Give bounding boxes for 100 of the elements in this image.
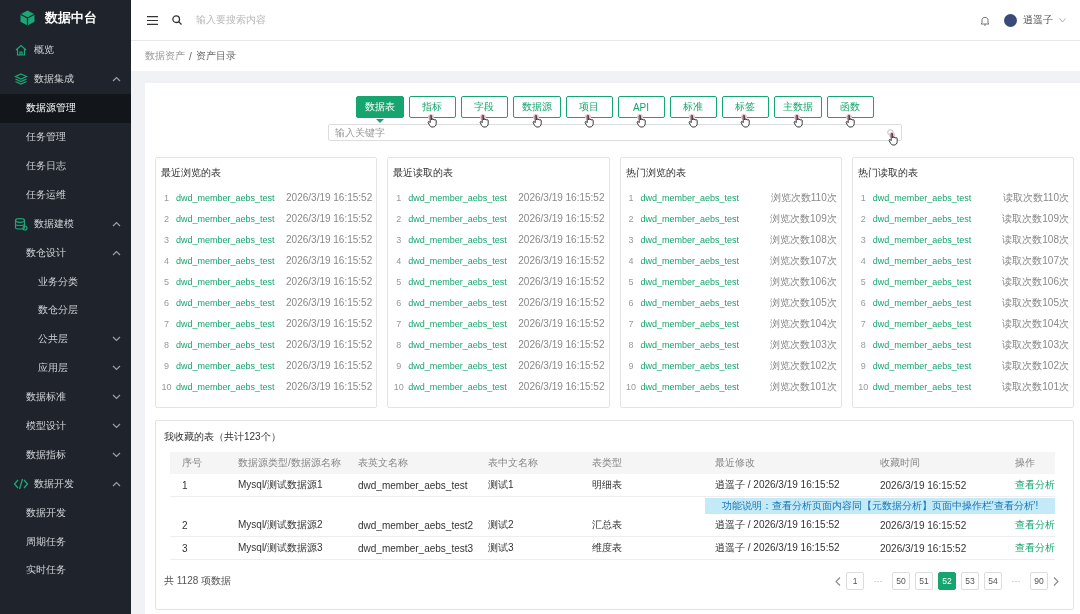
table-link[interactable]: dwd_member_aebs_test [872,255,1003,266]
table-cell: dwd_member_aebs_test3 [346,536,476,560]
user-name[interactable]: 逍遥子 [1023,13,1053,27]
page-ellipsis[interactable]: ··· [869,576,887,586]
analysis-link[interactable]: 查看分析 [1003,514,1055,537]
sidebar-item[interactable]: 周期任务 [0,527,131,557]
table-link[interactable]: dwd_member_aebs_test [640,255,771,266]
breadcrumb-item[interactable]: 资产目录 [195,49,236,63]
tab[interactable]: 数据源 [512,96,561,118]
tab[interactable]: 标签 [721,96,769,118]
sidebar-item[interactable]: 实时任务 [0,556,131,585]
tab[interactable]: 函数 [826,96,874,118]
table-link[interactable]: dwd_member_aebs_test [640,297,771,308]
rank-number: 9 [395,360,403,371]
keyword-field[interactable]: 输入关键字 [327,124,902,141]
table-link[interactable]: dwd_member_aebs_test [640,234,771,245]
tab[interactable]: API [617,96,665,118]
table-link[interactable]: dwd_member_aebs_test [408,381,519,392]
page-button[interactable]: 54 [984,572,1002,590]
analysis-link[interactable]: 查看分析 [1003,536,1055,560]
page-button[interactable]: 50 [892,572,910,590]
sidebar-item[interactable]: 数仓分层 [0,296,131,325]
table-link[interactable]: dwd_member_aebs_test [176,339,287,350]
tab[interactable]: 主数据 [773,96,822,118]
table-link[interactable]: dwd_member_aebs_test [176,234,287,245]
table-link[interactable]: dwd_member_aebs_test [408,360,519,371]
tab[interactable]: 数据表 [355,96,404,118]
table-link[interactable]: dwd_member_aebs_test [408,276,519,287]
table-cell: 3 [170,536,226,560]
sidebar-item[interactable]: 模型设计 [0,411,131,441]
avatar[interactable] [1004,13,1017,27]
table-link[interactable]: dwd_member_aebs_test [872,360,1003,371]
table-link[interactable]: dwd_member_aebs_test [872,381,1003,392]
table-link[interactable]: dwd_member_aebs_test [640,381,771,392]
page-button[interactable]: 52 [938,572,956,590]
table-link[interactable]: dwd_member_aebs_test [176,192,287,203]
table-link[interactable]: dwd_member_aebs_test [408,318,519,329]
table-link[interactable]: dwd_member_aebs_test [176,213,287,224]
table-link[interactable]: dwd_member_aebs_test [640,276,771,287]
table-link[interactable]: dwd_member_aebs_test [872,339,1003,350]
sidebar-item[interactable]: 公共层 [0,324,131,354]
breadcrumb-item[interactable]: 数据资产 [145,49,185,63]
table-link[interactable]: dwd_member_aebs_test [640,213,771,224]
table-link[interactable]: dwd_member_aebs_test [872,318,1003,329]
table-link[interactable]: dwd_member_aebs_test [176,318,287,329]
sidebar-item[interactable]: 数仓设计 [0,238,131,268]
table-link[interactable]: dwd_member_aebs_test [872,297,1003,308]
table-link[interactable]: dwd_member_aebs_test [408,339,519,350]
page-button[interactable]: 53 [961,572,979,590]
page-button[interactable]: 51 [915,572,933,590]
sidebar-item[interactable]: 任务运维 [0,180,131,210]
rank-number: 6 [163,297,170,308]
table-link[interactable]: dwd_member_aebs_test [640,318,771,329]
tab[interactable]: 指标 [408,96,456,118]
table-link[interactable]: dwd_member_aebs_test [176,360,287,371]
tab[interactable]: 字段 [460,96,508,118]
table-link[interactable]: dwd_member_aebs_test [408,234,519,245]
tab[interactable]: 标准 [669,96,717,118]
table-link[interactable]: dwd_member_aebs_test [872,192,1004,203]
table-link[interactable]: dwd_member_aebs_test [872,213,1003,224]
sidebar-item[interactable]: 数据源管理 [0,93,131,123]
table-link[interactable]: dwd_member_aebs_test [408,192,519,203]
total-count: 共 1128 项数据 [164,574,233,588]
table-link[interactable]: dwd_member_aebs_test [408,213,519,224]
sidebar-item[interactable]: 任务日志 [0,151,131,181]
sidebar-item[interactable]: 概览 [0,36,131,65]
table-link[interactable]: dwd_member_aebs_test [176,255,287,266]
menu-icon[interactable] [147,15,158,25]
tab[interactable]: 项目 [565,96,613,118]
page-ellipsis[interactable]: ··· [1007,576,1025,586]
sidebar-item[interactable]: 数据指标 [0,440,131,470]
sidebar-item[interactable]: 应用层 [0,353,131,383]
sidebar-item[interactable]: 数据标准 [0,382,131,412]
table-cell: Mysql/测试数据源1 [226,474,346,497]
table-link[interactable]: dwd_member_aebs_test [640,360,771,371]
table-link[interactable]: dwd_member_aebs_test [640,339,771,350]
sidebar-item[interactable]: 业务分类 [0,267,131,296]
table-link[interactable]: dwd_member_aebs_test [176,276,287,287]
analysis-link[interactable]: 查看分析 [1003,474,1055,497]
sidebar-item[interactable]: 数据集成 [0,64,131,94]
previous-page-icon[interactable] [835,576,841,586]
bell-icon[interactable] [980,14,990,26]
rank-number: 9 [859,360,867,371]
page-button[interactable]: 1 [846,572,864,590]
table-link[interactable]: dwd_member_aebs_test [872,276,1003,287]
search-field[interactable]: 输入要搜索内容 [196,13,966,27]
search-icon[interactable] [172,15,182,25]
rank-number: 6 [395,297,403,308]
sidebar-item[interactable]: 数据开发 [0,498,131,528]
table-link[interactable]: dwd_member_aebs_test [408,255,519,266]
page-button[interactable]: 90 [1030,572,1048,590]
table-link[interactable]: dwd_member_aebs_test [176,381,287,392]
sidebar-item[interactable]: 任务管理 [0,122,131,152]
table-link[interactable]: dwd_member_aebs_test [872,234,1003,245]
table-link[interactable]: dwd_member_aebs_test [176,297,287,308]
next-page-icon[interactable] [1053,576,1059,586]
sidebar-item[interactable]: 数据开发 [0,469,131,499]
table-link[interactable]: dwd_member_aebs_test [408,297,519,308]
table-link[interactable]: dwd_member_aebs_test [640,192,771,203]
sidebar-item[interactable]: 数据建模 [0,209,131,239]
